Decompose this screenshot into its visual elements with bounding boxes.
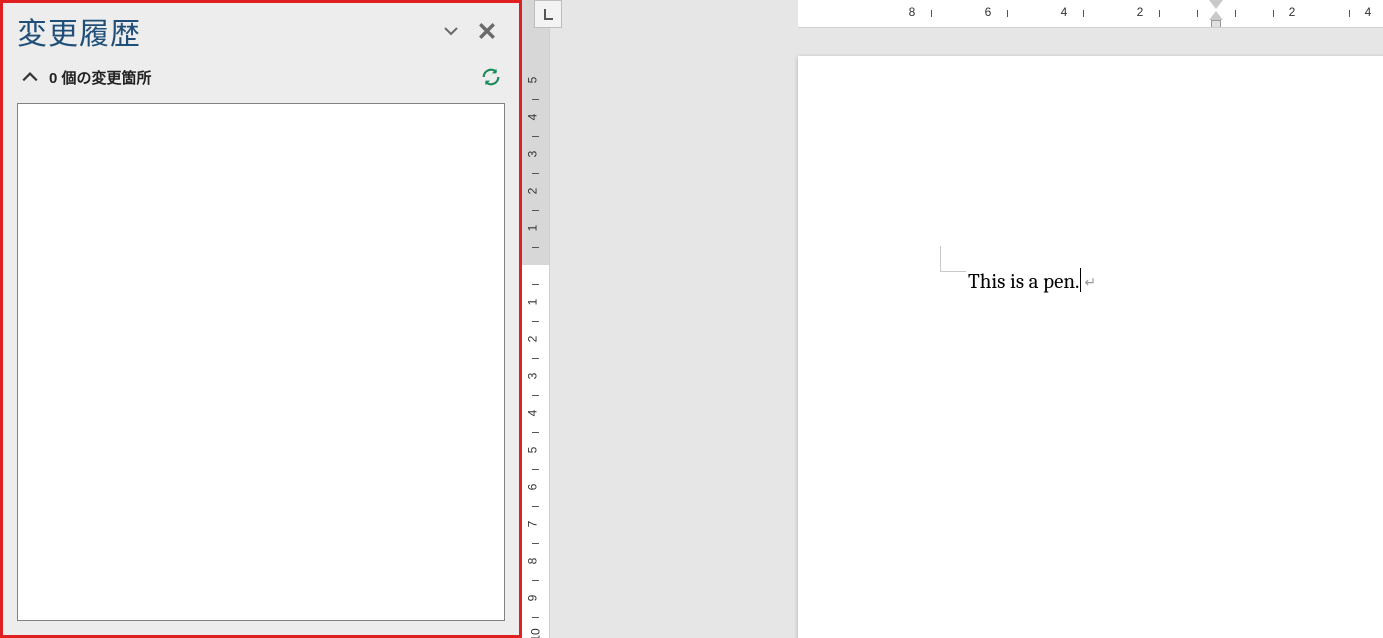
h-ruler-label: 8 <box>909 5 916 19</box>
v-ruler-label: 5 <box>525 77 539 84</box>
refresh-icon <box>480 66 502 88</box>
close-icon <box>478 22 496 40</box>
v-ruler-label: 2 <box>525 336 539 343</box>
h-ruler-label: 2 <box>1137 5 1144 19</box>
v-ruler-label: 1 <box>525 225 539 232</box>
h-ruler-label: 4 <box>1365 5 1372 19</box>
v-ruler-label: 4 <box>525 114 539 121</box>
vertical-ruler[interactable]: 5 4 3 2 1 1 2 3 4 5 6 7 8 9 10 <box>522 0 550 638</box>
h-ruler-label: 4 <box>1061 5 1068 19</box>
collapse-button[interactable] <box>17 64 43 90</box>
chevron-down-icon <box>443 23 459 39</box>
v-ruler-label: 9 <box>525 595 539 602</box>
indent-marker[interactable] <box>1209 0 1223 28</box>
refresh-button[interactable] <box>477 63 505 91</box>
pane-menu-button[interactable] <box>433 13 469 49</box>
text-cursor <box>1080 268 1081 292</box>
chevron-up-icon <box>21 70 39 84</box>
h-ruler-label: 2 <box>1289 5 1296 19</box>
pane-subheader: 0 個の変更箇所 <box>3 59 519 95</box>
v-ruler-label: 5 <box>525 447 539 454</box>
horizontal-ruler[interactable]: 864224681012141618 <box>798 0 1383 28</box>
document-text: This is a pen. <box>968 270 1079 294</box>
document-area: 5432112345678910 864224681012141618 This… <box>522 0 1383 638</box>
v-ruler-label: 3 <box>525 151 539 158</box>
h-ruler-label: 6 <box>985 5 992 19</box>
v-ruler-label: 3 <box>525 373 539 380</box>
revision-count-label: 0 個の変更箇所 <box>49 67 152 88</box>
pane-header: 変更履歴 <box>3 3 519 59</box>
document-page[interactable]: This is a pen. ↵ <box>798 56 1383 638</box>
v-ruler-label: 6 <box>525 484 539 491</box>
v-ruler-label: 1 <box>525 299 539 306</box>
revisions-list[interactable] <box>17 103 505 621</box>
margin-guide <box>940 246 966 272</box>
pane-title: 変更履歴 <box>17 9 433 53</box>
revisions-pane: 変更履歴 0 個の変更箇所 <box>0 0 522 638</box>
v-ruler-label: 8 <box>525 558 539 565</box>
v-ruler-label: 2 <box>525 188 539 195</box>
v-ruler-label: 7 <box>525 521 539 528</box>
v-ruler-label: 4 <box>525 410 539 417</box>
v-ruler-label: 10 <box>529 628 543 638</box>
tab-selector[interactable] <box>534 0 562 28</box>
document-body[interactable]: This is a pen. ↵ <box>968 268 1096 294</box>
tab-left-icon <box>541 7 555 21</box>
paragraph-mark-icon: ↵ <box>1084 274 1096 291</box>
pane-close-button[interactable] <box>469 13 505 49</box>
